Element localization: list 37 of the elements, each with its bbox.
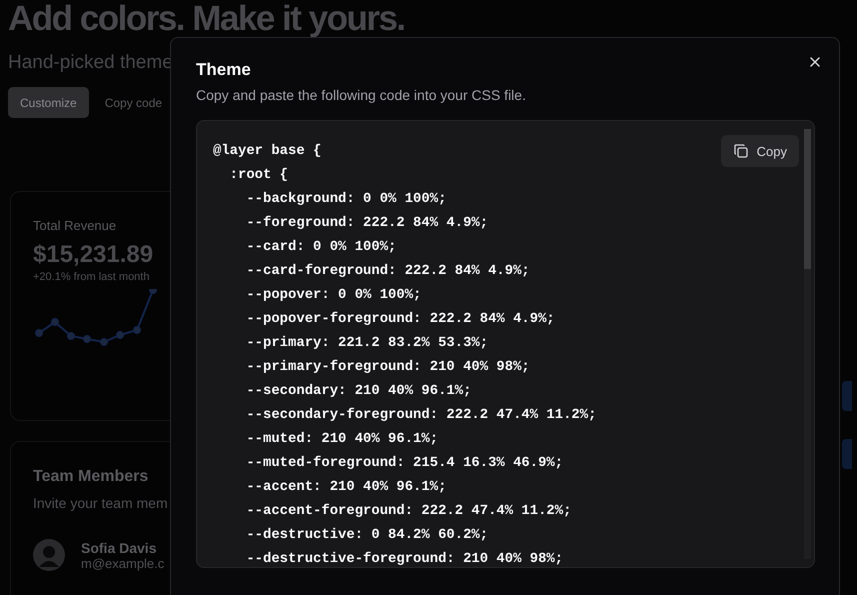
- code-line: --muted-foreground: 215.4 16.3% 46.9%;: [245, 454, 564, 473]
- member-name: Sofia Davis: [81, 540, 158, 556]
- code-line: --secondary-foreground: 222.2 47.4% 11.2%;: [245, 406, 596, 425]
- code-line: --card: 0 0% 100%;: [245, 238, 396, 257]
- code-line: --accent: 210 40% 96.1%;: [245, 478, 446, 497]
- dialog-title: Theme: [196, 60, 251, 80]
- code-line: --muted: 210 40% 96.1%;: [245, 430, 438, 449]
- card-button[interactable]: [842, 439, 852, 469]
- card-button[interactable]: [842, 381, 852, 411]
- revenue-change: +20.1% from last month: [33, 271, 150, 283]
- code-line: --popover: 0 0% 100%;: [245, 286, 422, 305]
- code-line: --primary: 221.2 83.2% 53.3%;: [245, 334, 488, 353]
- code-line: --popover-foreground: 222.2 84% 4.9%;: [245, 310, 555, 329]
- dialog-description: Copy and paste the following code into your CSS file.: [196, 87, 526, 103]
- code-line: --accent-foreground: 222.2 47.4% 11.2%;: [245, 502, 572, 521]
- code-line: --background: 0 0% 100%;: [245, 190, 446, 209]
- member-email: m@example.c: [81, 556, 164, 570]
- code-line: --foreground: 222.2 84% 4.9%;: [245, 214, 488, 233]
- code-line: --destructive-foreground: 210 40% 98%;: [245, 550, 564, 567]
- card-title: Team Members: [33, 468, 150, 486]
- code-line: --primary-foreground: 210 40% 98%;: [245, 358, 530, 377]
- code-line: --destructive: 0 84.2% 60.2%;: [245, 526, 488, 545]
- copy-icon: [732, 143, 749, 159]
- customize-button[interactable]: Customize: [8, 87, 89, 118]
- scrollbar[interactable]: [804, 129, 811, 559]
- revenue-value: $15,231.89: [33, 241, 154, 269]
- avatar-icon: [33, 539, 65, 571]
- card-description: Invite your team mem: [33, 495, 167, 511]
- code-line: --secondary: 210 40% 96.1%;: [245, 382, 472, 401]
- page-subtitle: Hand-picked theme: [8, 52, 173, 74]
- copy-button[interactable]: Copy: [720, 135, 799, 167]
- page-heading: Add colors. Make it yours.: [8, 0, 405, 38]
- code-line: @layer base {: [213, 142, 322, 161]
- copy-code-button[interactable]: Copy code: [98, 87, 168, 118]
- code-line: --card-foreground: 222.2 84% 4.9%;: [245, 262, 530, 281]
- code-line: :root {: [228, 166, 288, 185]
- card-title: Total Revenue: [33, 218, 118, 233]
